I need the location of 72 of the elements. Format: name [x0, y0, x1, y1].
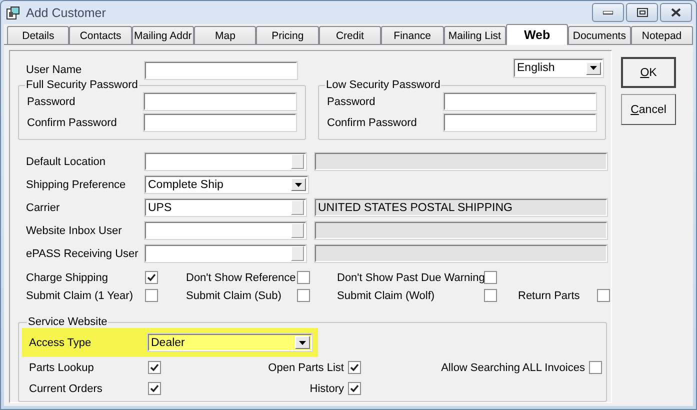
field-label: Shipping Preference [26, 178, 127, 190]
input-field[interactable] [145, 222, 306, 239]
option-label: Current Orders [29, 382, 102, 394]
field-label: Access Type [29, 336, 92, 348]
minimize-button[interactable] [592, 3, 624, 22]
tab[interactable]: Web [506, 24, 568, 45]
dropdown[interactable]: Complete Ship [145, 176, 308, 193]
close-icon [671, 8, 681, 17]
minimize-icon [603, 10, 613, 14]
input-field[interactable] [145, 62, 297, 78]
checkbox[interactable] [148, 382, 161, 395]
input-field[interactable] [444, 93, 596, 110]
tab[interactable]: Mailing Addr [132, 26, 194, 44]
option-label: Open Parts List [268, 362, 345, 374]
group-title: Service Website [27, 316, 108, 328]
tab[interactable]: Pricing [256, 26, 319, 44]
maximize-button[interactable] [626, 3, 658, 22]
input-field[interactable]: UPS [145, 199, 306, 216]
input-field[interactable] [444, 114, 596, 131]
dialog-button[interactable]: Cancel [621, 94, 676, 125]
input-field[interactable] [145, 153, 306, 170]
option-label: Submit Claim (Wolf) [337, 290, 436, 302]
close-button[interactable] [660, 3, 692, 22]
group-title: Full Security Password [25, 79, 139, 91]
description-field: UNITED STATES POSTAL SHIPPING [315, 199, 607, 216]
field-label: ePASS Receiving User [26, 248, 140, 260]
tab[interactable]: Notepad [630, 26, 693, 44]
option-label: Don't Show Past Due Warning [337, 272, 484, 284]
field-label: Default Location [26, 156, 106, 168]
field-label: Website Inbox User [26, 224, 123, 236]
dropdown[interactable]: Dealer [148, 334, 312, 351]
input-field[interactable] [144, 114, 296, 131]
checkbox[interactable] [145, 271, 158, 284]
group-title: Low Security Password [325, 79, 442, 91]
input-field[interactable] [144, 93, 296, 110]
option-label: Submit Claim (1 Year) [26, 290, 134, 302]
checkbox[interactable] [148, 361, 161, 374]
tab[interactable]: Credit [318, 26, 382, 44]
tab[interactable]: Details [7, 26, 70, 44]
field-label: Confirm Password [27, 116, 118, 128]
option-label: Submit Claim (Sub) [186, 290, 282, 302]
tab[interactable]: Contacts [69, 26, 132, 44]
app-icon [5, 4, 21, 20]
language-dropdown[interactable]: English [514, 59, 603, 77]
checkbox[interactable] [348, 361, 361, 374]
checkbox[interactable] [297, 271, 310, 284]
option-label: Parts Lookup [29, 362, 94, 374]
field-label: User Name [26, 64, 83, 76]
checkbox[interactable] [589, 361, 602, 374]
tab[interactable]: Documents [568, 26, 631, 44]
window-title: Add Customer [26, 6, 106, 20]
checkbox[interactable] [145, 289, 158, 302]
checkbox[interactable] [597, 289, 610, 302]
option-label: Allow Searching ALL Invoices [441, 362, 586, 374]
field-label: Carrier [26, 202, 61, 214]
field-label: Password [327, 96, 376, 108]
input-field[interactable] [145, 245, 306, 262]
tab[interactable]: Mailing List [444, 26, 506, 44]
option-label: History [310, 382, 345, 394]
checkbox[interactable] [484, 289, 497, 302]
checkbox[interactable] [484, 271, 497, 284]
option-label: Don't Show Reference [186, 272, 297, 284]
tab[interactable]: Finance [381, 26, 444, 44]
maximize-icon [636, 8, 648, 17]
option-label: Charge Shipping [26, 272, 109, 284]
option-label: Return Parts [518, 290, 581, 302]
field-label: Password [27, 96, 76, 108]
tab[interactable]: Map [194, 26, 256, 44]
dialog-button[interactable]: OK [621, 57, 676, 88]
field-label: Confirm Password [327, 116, 418, 128]
checkbox[interactable] [348, 382, 361, 395]
checkbox[interactable] [297, 289, 310, 302]
